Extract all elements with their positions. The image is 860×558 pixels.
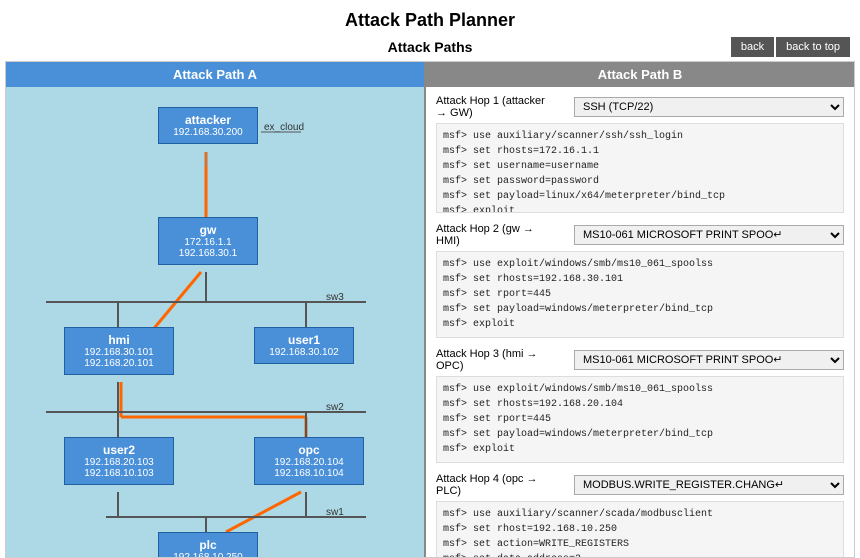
hop-code-1: msf> use auxiliary/scanner/ssh/ssh_login…	[436, 123, 844, 213]
right-content: Attack Hop 1 (attacker → GW) SSH (TCP/22)…	[426, 87, 854, 557]
hop-select-4[interactable]: MODBUS.WRITE_REGISTER.CHANG↵	[574, 475, 844, 495]
hop-section-3: Attack Hop 3 (hmi → OPC) MS10-061 MICROSO…	[436, 348, 844, 463]
hop-label-4: Attack Hop 4 (opc → PLC)	[436, 473, 566, 497]
hop-select-2[interactable]: MS10-061 MICROSOFT PRINT SPOO↵	[574, 225, 844, 245]
hop-label-1: Attack Hop 1 (attacker → GW)	[436, 95, 566, 119]
right-panel: Attack Path B Attack Hop 1 (attacker → G…	[426, 62, 854, 557]
back-button[interactable]: back	[731, 37, 774, 57]
hop-header-2: Attack Hop 2 (gw → HMI) MS10-061 MICROSOF…	[436, 223, 844, 247]
hop-header-4: Attack Hop 4 (opc → PLC) MODBUS.WRITE_REG…	[436, 473, 844, 497]
hop-label-2: Attack Hop 2 (gw → HMI)	[436, 223, 566, 247]
nav-buttons: back back to top	[731, 37, 850, 57]
left-panel: Attack Path A	[6, 62, 426, 557]
hop-section-4: Attack Hop 4 (opc → PLC) MODBUS.WRITE_REG…	[436, 473, 844, 557]
label-sw1: sw1	[326, 507, 344, 518]
node-attacker: attacker 192.168.30.200	[158, 107, 258, 144]
node-gw: gw 172.16.1.1 192.168.30.1	[158, 217, 258, 265]
hops-container: Attack Hop 1 (attacker → GW) SSH (TCP/22)…	[436, 95, 844, 557]
section-subtitle: Attack Paths	[388, 39, 473, 55]
hop-header-1: Attack Hop 1 (attacker → GW) SSH (TCP/22)	[436, 95, 844, 119]
node-hmi: hmi 192.168.30.101 192.168.20.101	[64, 327, 174, 375]
right-panel-header: Attack Path B	[426, 62, 854, 87]
hop-select-1[interactable]: SSH (TCP/22)	[574, 97, 844, 117]
hop-code-2: msf> use exploit/windows/smb/ms10_061_sp…	[436, 251, 844, 338]
network-diagram: attacker 192.168.30.200 gw 172.16.1.1 19…	[6, 87, 424, 557]
left-panel-header: Attack Path A	[6, 62, 424, 87]
back-to-top-button[interactable]: back to top	[776, 37, 850, 57]
main-layout: Attack Path A	[5, 61, 855, 558]
hop-section-2: Attack Hop 2 (gw → HMI) MS10-061 MICROSOF…	[436, 223, 844, 338]
hop-select-3[interactable]: MS10-061 MICROSOFT PRINT SPOO↵	[574, 350, 844, 370]
node-user1: user1 192.168.30.102	[254, 327, 354, 364]
hop-label-3: Attack Hop 3 (hmi → OPC)	[436, 348, 566, 372]
node-plc: plc 192.168.10.250	[158, 532, 258, 557]
diagram-svg	[6, 87, 424, 557]
node-user2: user2 192.168.20.103 192.168.10.103	[64, 437, 174, 485]
label-sw3: sw3	[326, 292, 344, 303]
label-sw2: sw2	[326, 402, 344, 413]
hop-header-3: Attack Hop 3 (hmi → OPC) MS10-061 MICROSO…	[436, 348, 844, 372]
label-ex-cloud: ex_cloud	[264, 122, 304, 133]
node-opc: opc 192.168.20.104 192.168.10.104	[254, 437, 364, 485]
hop-code-3: msf> use exploit/windows/smb/ms10_061_sp…	[436, 376, 844, 463]
page-header: Attack Path Planner	[0, 0, 860, 35]
hop-section-1: Attack Hop 1 (attacker → GW) SSH (TCP/22)…	[436, 95, 844, 213]
